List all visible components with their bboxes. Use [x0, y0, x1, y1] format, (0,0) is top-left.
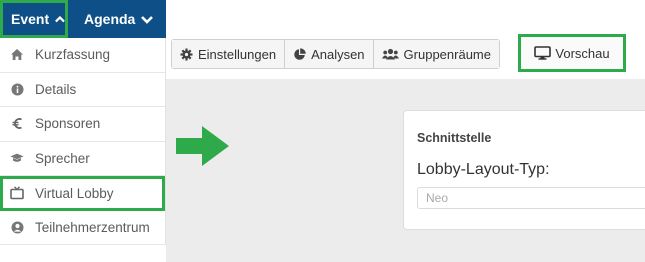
menu-item-teilnehmerzentrum[interactable]: Teilnehmerzentrum [0, 211, 165, 245]
menu-item-label: Sponsoren [35, 116, 101, 132]
nav-tab-event-label: Event [11, 11, 50, 27]
menu-item-label: Kurzfassung [35, 47, 111, 63]
nav-tab-event[interactable]: Event [0, 0, 68, 38]
user-circle-icon [10, 220, 24, 234]
panel-title: Schnittstelle [417, 131, 492, 145]
home-icon [10, 48, 24, 62]
settings-button-label: Einstellungen [198, 46, 277, 62]
pie-chart-icon [294, 47, 306, 60]
menu-item-label: Details [35, 81, 77, 97]
settings-button[interactable]: Einstellungen [172, 40, 286, 68]
menu-item-label: Virtual Lobby [35, 185, 114, 201]
menu-item-label: Teilnehmerzentrum [35, 219, 150, 235]
chevron-down-icon [141, 15, 154, 24]
menu-item-details[interactable]: Details [0, 73, 165, 107]
analytics-button-label: Analysen [311, 46, 365, 62]
tv-icon [10, 186, 24, 200]
menu-item-sprecher[interactable]: Sprecher [0, 142, 165, 176]
toolbar: Einstellungen Analysen Gruppenräume Vors… [171, 34, 626, 72]
analytics-button[interactable]: Analysen [285, 40, 374, 68]
info-icon [10, 82, 24, 96]
group-rooms-button-label: Gruppenräume [403, 46, 491, 62]
desktop-icon [534, 46, 552, 60]
top-nav: Event Agenda [0, 0, 166, 38]
toolbar-button-group: Einstellungen Analysen Gruppenräume [171, 39, 500, 69]
group-rooms-button[interactable]: Gruppenräume [373, 40, 499, 68]
content-area: Schnittstelle Lobby-Layout-Typ: Neo [166, 79, 645, 262]
lobby-layout-select[interactable]: Neo [417, 187, 645, 209]
menu-item-virtual-lobby[interactable]: Virtual Lobby [0, 176, 165, 211]
interface-panel: Schnittstelle Lobby-Layout-Typ: Neo [403, 110, 645, 230]
graduation-cap-icon [10, 151, 24, 165]
preview-button[interactable]: Vorschau [518, 34, 626, 72]
menu-item-sponsoren[interactable]: Sponsoren [0, 107, 165, 142]
nav-tab-agenda-label: Agenda [84, 11, 136, 27]
preview-button-label: Vorschau [555, 45, 610, 61]
menu-item-kurzfassung[interactable]: Kurzfassung [0, 38, 165, 73]
users-icon [381, 48, 399, 60]
chevron-up-icon [55, 15, 65, 22]
gear-icon [180, 48, 193, 60]
nav-tab-agenda[interactable]: Agenda [68, 0, 154, 38]
euro-icon [10, 117, 24, 131]
lobby-layout-label: Lobby-Layout-Typ: [417, 161, 550, 178]
arrow-right-icon [176, 126, 229, 166]
event-dropdown-menu: Kurzfassung Details Sponsoren Sprecher V… [0, 38, 166, 245]
menu-item-label: Sprecher [35, 150, 90, 166]
